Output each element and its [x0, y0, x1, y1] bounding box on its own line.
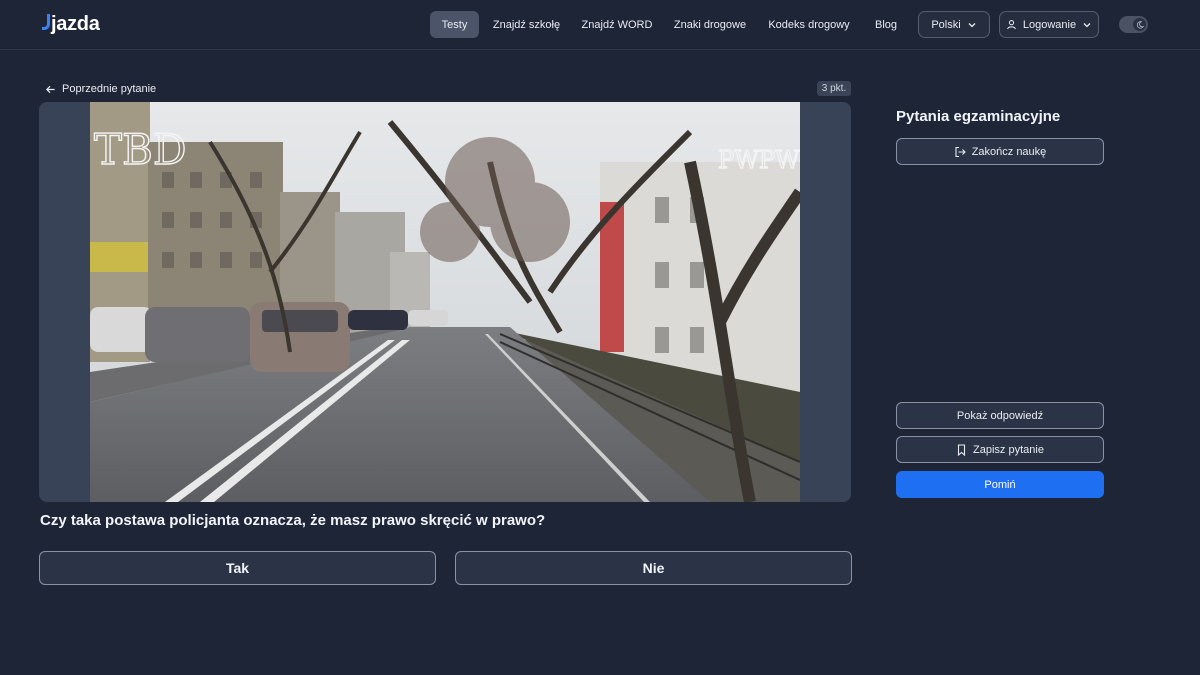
finish-learning-label: Zakończ naukę — [971, 145, 1047, 158]
finish-learning-button[interactable]: Zakończ naukę — [896, 138, 1104, 165]
save-question-label: Zapisz pytanie — [973, 443, 1044, 456]
question-text: Czy taka postawa policjanta oznacza, że … — [40, 512, 546, 529]
answer-yes-button[interactable]: Tak — [39, 551, 436, 585]
language-label: Polski — [931, 18, 961, 31]
street-scene-image: TBD PWPW — [90, 102, 800, 502]
sidebar-title: Pytania egzaminacyjne — [896, 108, 1061, 125]
nav-item-testy[interactable]: Testy — [430, 11, 479, 38]
nav-item-znajdz-word[interactable]: Znajdź WORD — [578, 11, 656, 38]
nav-item-kodeks-drogowy[interactable]: Kodeks drogowy — [764, 11, 854, 38]
watermark-right: PWPW — [718, 146, 800, 174]
top-navbar: jazda Testy Znajdź szkołę Znajdź WORD Zn… — [0, 0, 1200, 50]
arrow-left-icon — [45, 85, 55, 93]
logo-text: jazda — [51, 12, 100, 35]
logo-mark-icon — [42, 14, 50, 30]
logo[interactable]: jazda — [42, 12, 100, 36]
answer-no-button[interactable]: Nie — [455, 551, 852, 585]
user-icon — [1007, 20, 1016, 30]
nav-item-znajdz-szkole[interactable]: Znajdź szkołę — [489, 11, 564, 38]
previous-question-label: Poprzednie pytanie — [62, 83, 157, 95]
chevron-down-icon — [968, 22, 976, 27]
question-media: TBD PWPW — [39, 102, 851, 502]
theme-toggle[interactable] — [1119, 16, 1148, 33]
save-question-button[interactable]: Zapisz pytanie — [896, 436, 1104, 463]
show-answer-button[interactable]: Pokaż odpowiedź — [896, 402, 1104, 429]
log-out-icon — [955, 146, 966, 157]
skip-button[interactable]: Pomiń — [896, 471, 1104, 498]
nav-item-blog[interactable]: Blog — [868, 11, 904, 38]
points-badge: 3 pkt. — [817, 81, 851, 96]
show-answer-label: Pokaż odpowiedź — [956, 409, 1044, 422]
login-dropdown[interactable]: Logowanie — [999, 11, 1099, 38]
chevron-down-icon — [1083, 22, 1091, 27]
nav-item-znaki-drogowe[interactable]: Znaki drogowe — [670, 11, 750, 38]
bookmark-icon — [957, 443, 966, 456]
moon-icon — [1133, 18, 1146, 31]
language-select[interactable]: Polski — [918, 11, 990, 38]
skip-label: Pomiń — [984, 478, 1016, 491]
watermark-left: TBD — [94, 125, 187, 174]
login-label: Logowanie — [1022, 18, 1077, 31]
previous-question-link[interactable]: Poprzednie pytanie — [45, 81, 156, 97]
